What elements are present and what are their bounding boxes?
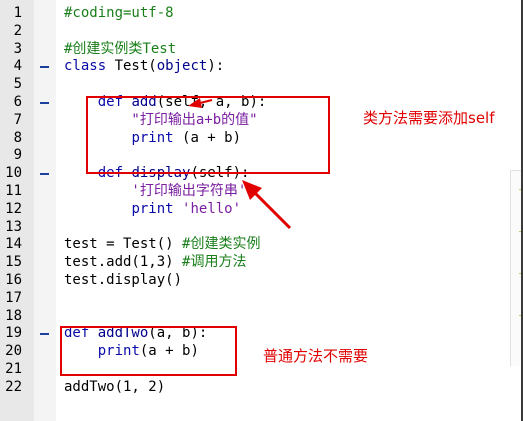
arrow-to-display-self — [242, 180, 292, 230]
annotation-arrows — [188, 98, 292, 230]
arrow-to-add-self — [188, 98, 213, 108]
code-editor[interactable]: 1 #coding=utf-8 2 3 #创建实例类Test 4 class Test(ob… — [0, 0, 523, 421]
